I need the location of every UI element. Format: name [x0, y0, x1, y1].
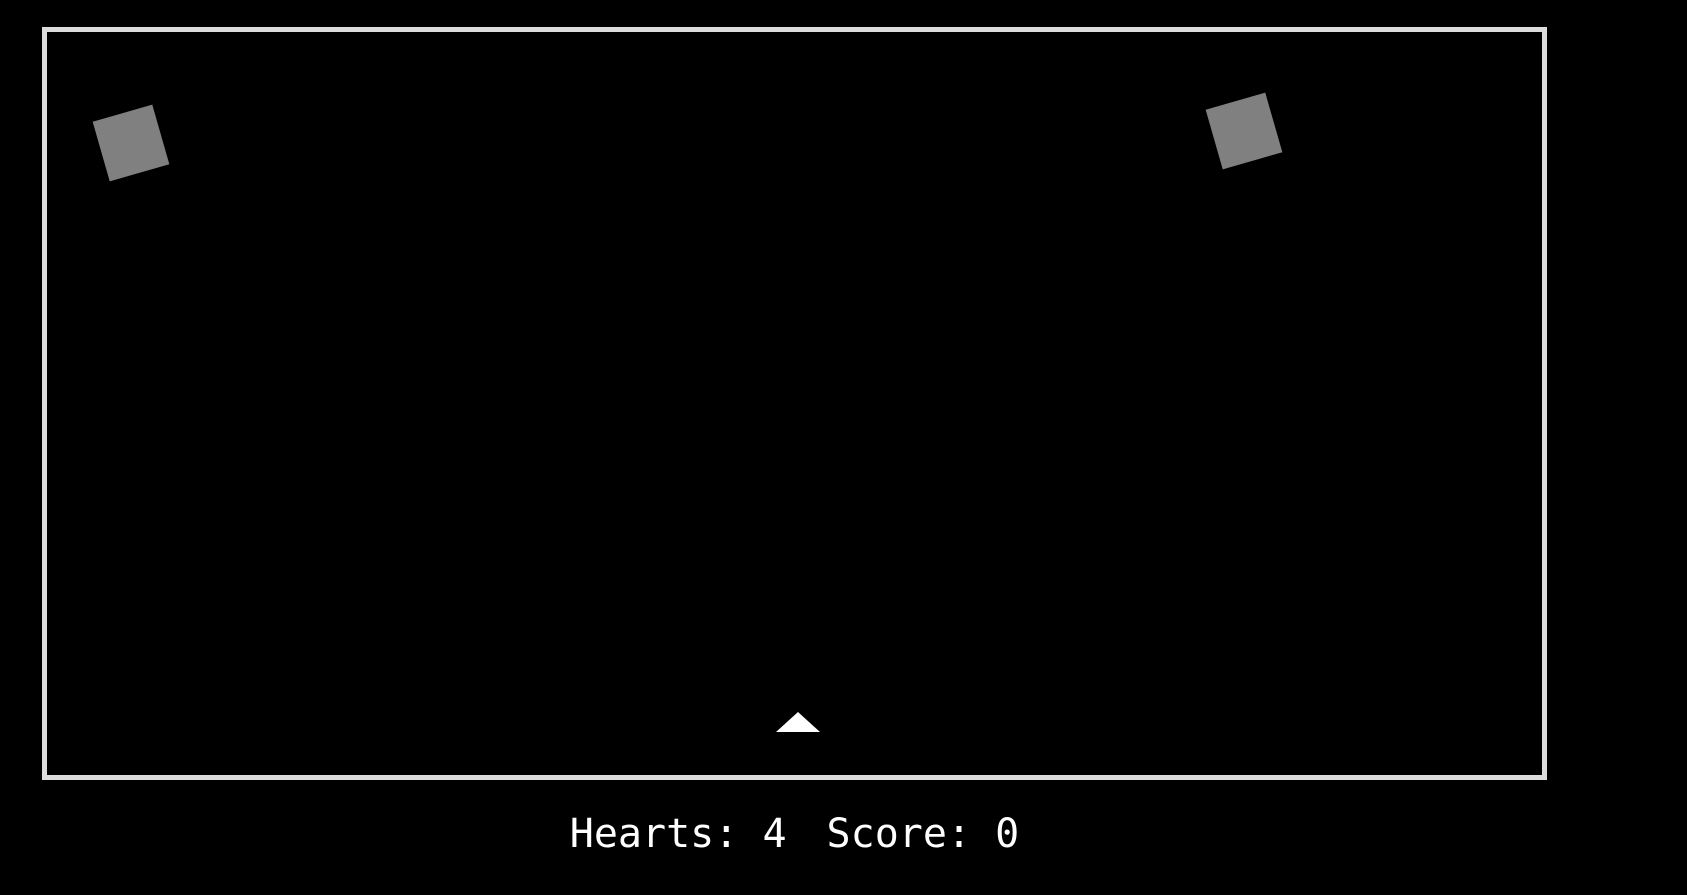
hearts-value: 4: [762, 811, 787, 857]
asteroid-icon: [92, 104, 170, 182]
player-ship-icon: [776, 712, 820, 732]
asteroid-icon: [1205, 92, 1283, 170]
hud-status: Hearts: 4 Score: 0: [42, 810, 1547, 858]
hearts-label: Hearts:: [569, 811, 739, 857]
score-label: Score:: [826, 811, 972, 857]
score-value: 0: [995, 811, 1020, 857]
game-stage[interactable]: Hearts: 4 Score: 0: [0, 0, 1687, 895]
playfield-border[interactable]: [42, 27, 1547, 780]
